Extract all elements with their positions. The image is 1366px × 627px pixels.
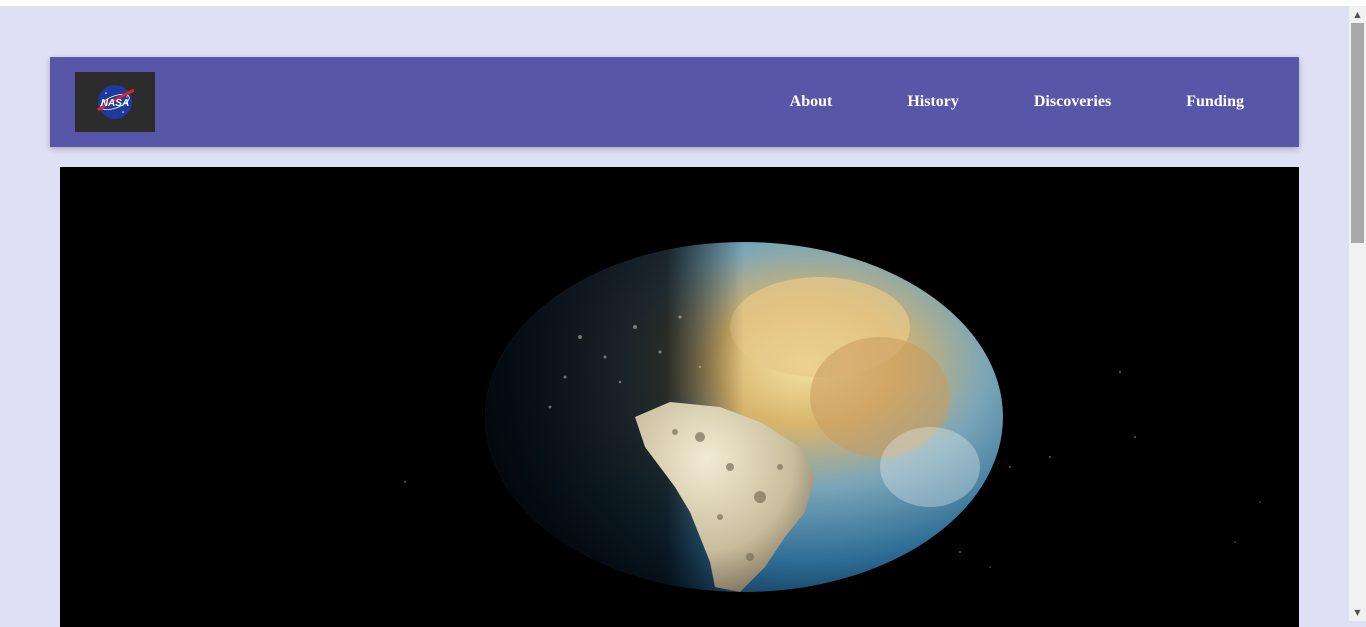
- vertical-scrollbar[interactable]: ▲ ▼: [1349, 6, 1366, 621]
- scrollbar-thumb[interactable]: [1351, 23, 1364, 243]
- earth-asteroid-illustration: [60, 167, 1299, 627]
- scroll-up-arrow-icon[interactable]: ▲: [1349, 6, 1366, 23]
- nasa-meatball-icon: NASA: [97, 85, 135, 119]
- scroll-down-arrow-icon[interactable]: ▼: [1349, 604, 1366, 621]
- nav-links: About History Discoveries Funding: [790, 57, 1299, 147]
- nav-link-funding[interactable]: Funding: [1186, 93, 1244, 111]
- nav-link-about[interactable]: About: [790, 93, 833, 111]
- navbar: NASA About History Discoveries Funding: [50, 57, 1299, 147]
- nav-link-discoveries[interactable]: Discoveries: [1034, 93, 1111, 111]
- page: NASA About History Discoveries Funding: [0, 6, 1349, 627]
- nasa-logo[interactable]: NASA: [75, 72, 155, 132]
- nav-link-history[interactable]: History: [907, 93, 959, 111]
- svg-text:NASA: NASA: [101, 98, 129, 109]
- hero-image: [60, 167, 1299, 627]
